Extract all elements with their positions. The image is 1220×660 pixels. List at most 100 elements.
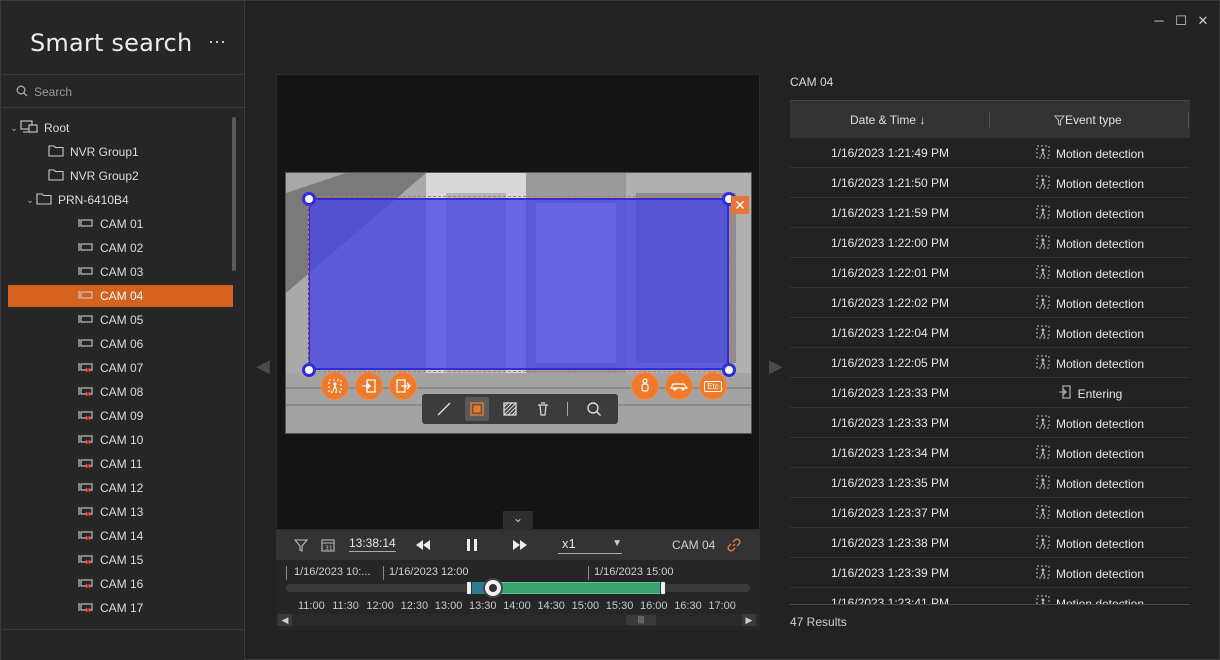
result-row[interactable]: 1/16/2023 1:23:35 PM Motion detection xyxy=(790,468,1190,498)
tree-item-camera[interactable]: CAM 05 xyxy=(8,309,233,331)
tree-item-camera[interactable]: CAM 08 xyxy=(8,381,233,403)
tree-item-camera[interactable]: CAM 01 xyxy=(8,213,233,235)
area-tool-icon[interactable] xyxy=(465,397,489,421)
previous-arrow-icon[interactable]: ◀ xyxy=(256,356,270,377)
roi-handle-bottom-right[interactable] xyxy=(722,363,736,377)
tree-item-camera[interactable]: CAM 07 xyxy=(8,357,233,379)
result-row[interactable]: 1/16/2023 1:22:02 PM Motion detection xyxy=(790,288,1190,318)
line-tool-icon[interactable] xyxy=(432,397,456,421)
tree-search-input[interactable] xyxy=(34,82,234,102)
result-event-type: Entering xyxy=(990,385,1190,402)
exiting-icon[interactable] xyxy=(389,372,417,400)
result-row[interactable]: 1/16/2023 1:23:34 PM Motion detection xyxy=(790,438,1190,468)
tree-item-camera[interactable]: CAM 09 xyxy=(8,405,233,427)
etc-icon[interactable]: Etc xyxy=(699,372,727,400)
maximize-icon[interactable]: ☐ xyxy=(1173,13,1189,29)
delete-all-icon[interactable] xyxy=(531,397,555,421)
roi-handle-top-left[interactable] xyxy=(302,192,316,206)
result-row[interactable]: 1/16/2023 1:22:05 PM Motion detection xyxy=(790,348,1190,378)
timeline-hour-label: 14:30 xyxy=(537,600,565,612)
result-row[interactable]: 1/16/2023 1:22:00 PM Motion detection xyxy=(790,228,1190,258)
result-row[interactable]: 1/16/2023 1:23:41 PM Motion detection xyxy=(790,588,1190,605)
tree-item-camera[interactable]: CAM 11 xyxy=(8,453,233,475)
result-datetime: 1/16/2023 1:22:00 PM xyxy=(830,236,950,250)
timeline[interactable]: 1/16/2023 10:... 1/16/2023 12:00 1/16/20… xyxy=(276,560,760,630)
tree-item-label: CAM 06 xyxy=(100,337,144,351)
person-icon[interactable] xyxy=(631,372,659,400)
tree-item-camera[interactable]: CAM 12 xyxy=(8,477,233,499)
roi-delete-icon[interactable]: ✕ xyxy=(731,196,749,214)
search-icon xyxy=(16,85,28,97)
pause-icon[interactable] xyxy=(465,530,479,560)
result-row[interactable]: 1/16/2023 1:23:39 PM Motion detection xyxy=(790,558,1190,588)
rewind-icon[interactable] xyxy=(415,530,431,560)
more-options-button[interactable]: ··· xyxy=(205,32,229,51)
camera-icon xyxy=(78,241,94,256)
roi-handle-bottom-left[interactable] xyxy=(302,363,316,377)
result-row[interactable]: 1/16/2023 1:21:50 PM Motion detection xyxy=(790,168,1190,198)
speed-select[interactable]: x1 ▼ xyxy=(558,536,622,554)
scroll-left-icon[interactable]: ◀ xyxy=(278,614,292,626)
collapse-panel-button[interactable]: ⌄ xyxy=(503,511,533,529)
entering-icon[interactable] xyxy=(355,372,383,400)
tree-item-label: CAM 02 xyxy=(100,241,144,255)
datetime-column-header[interactable]: Date & Time ↓ xyxy=(850,101,925,139)
event-type-column-header[interactable]: Event type xyxy=(1054,101,1122,139)
tree-scrollbar[interactable] xyxy=(232,117,236,271)
timeline-scrollbar[interactable]: ◀ ||| ▶ xyxy=(276,614,760,626)
tree-item-camera[interactable]: CAM 03 xyxy=(8,261,233,283)
result-row[interactable]: 1/16/2023 1:23:37 PM Motion detection xyxy=(790,498,1190,528)
tree-item-camera[interactable]: CAM 14 xyxy=(8,525,233,547)
chevron-down-icon[interactable]: ⌄ xyxy=(8,123,20,134)
filter-icon[interactable] xyxy=(294,530,308,560)
tree-item-camera[interactable]: CAM 06 xyxy=(8,333,233,355)
result-row[interactable]: 1/16/2023 1:22:01 PM Motion detection xyxy=(790,258,1190,288)
tree-item-camera[interactable]: CAM 02 xyxy=(8,237,233,259)
tree-item-label: CAM 13 xyxy=(100,505,144,519)
close-icon[interactable]: ✕ xyxy=(1195,13,1211,29)
sidebar: Smart search ··· ⌄ RootNVR Group1 NVR Grou… xyxy=(1,1,245,660)
result-row[interactable]: 1/16/2023 1:23:33 PM Entering xyxy=(790,378,1190,408)
tree-item-camera[interactable]: CAM 15 xyxy=(8,549,233,571)
result-datetime: 1/16/2023 1:22:01 PM xyxy=(830,266,950,280)
tree-item-folder[interactable]: NVR Group1 xyxy=(8,141,233,163)
timeline-range-end-handle[interactable] xyxy=(660,581,666,595)
camera-disconnected-icon xyxy=(78,553,94,568)
tree-item-camera[interactable]: CAM 16 xyxy=(8,573,233,595)
timeline-range-start-handle[interactable] xyxy=(466,581,472,595)
tree-item-folder[interactable]: ⌄ PRN-6410B4 xyxy=(8,189,233,211)
tree-item-root[interactable]: ⌄ Root xyxy=(8,117,233,139)
next-arrow-icon[interactable]: ▶ xyxy=(769,356,783,377)
detection-area[interactable] xyxy=(308,198,729,370)
results-table: Date & Time ↓ Event type 1/16/2023 1:21:… xyxy=(790,100,1190,605)
scroll-right-icon[interactable]: ▶ xyxy=(742,614,756,626)
link-icon[interactable] xyxy=(726,537,742,556)
vehicle-icon[interactable] xyxy=(665,372,693,400)
timeline-playhead[interactable] xyxy=(483,578,503,598)
exclude-area-icon[interactable] xyxy=(498,397,522,421)
tree-item-label: CAM 03 xyxy=(100,265,144,279)
timeline-scroll-thumb[interactable]: ||| xyxy=(626,615,656,625)
result-row[interactable]: 1/16/2023 1:23:33 PM Motion detection xyxy=(790,408,1190,438)
minimize-icon[interactable]: ─ xyxy=(1151,13,1167,28)
result-row[interactable]: 1/16/2023 1:22:04 PM Motion detection xyxy=(790,318,1190,348)
tree-item-camera[interactable]: CAM 13 xyxy=(8,501,233,523)
result-row[interactable]: 1/16/2023 1:21:59 PM Motion detection xyxy=(790,198,1190,228)
result-event-label: Motion detection xyxy=(1055,536,1145,551)
tree-item-camera[interactable]: CAM 04 xyxy=(8,285,233,307)
tree-item-camera[interactable]: CAM 17 xyxy=(8,597,233,619)
results-count: 47 Results xyxy=(790,615,847,629)
chevron-down-icon[interactable]: ⌄ xyxy=(24,195,36,206)
motion-detection-icon[interactable] xyxy=(321,372,349,400)
timeline-date-end: 1/16/2023 15:00 xyxy=(594,566,674,578)
speed-value: x1 xyxy=(562,536,576,551)
tree-item-folder[interactable]: NVR Group2 xyxy=(8,165,233,187)
fast-forward-icon[interactable] xyxy=(512,530,528,560)
result-row[interactable]: 1/16/2023 1:23:38 PM Motion detection xyxy=(790,528,1190,558)
camera-disconnected-icon xyxy=(78,361,94,376)
result-row[interactable]: 1/16/2023 1:21:49 PM Motion detection xyxy=(790,138,1190,168)
calendar-icon[interactable]: 31 xyxy=(321,530,335,560)
search-icon[interactable] xyxy=(582,397,606,421)
tree-item-camera[interactable]: CAM 10 xyxy=(8,429,233,451)
current-time[interactable]: 13:38:14 xyxy=(349,536,396,552)
